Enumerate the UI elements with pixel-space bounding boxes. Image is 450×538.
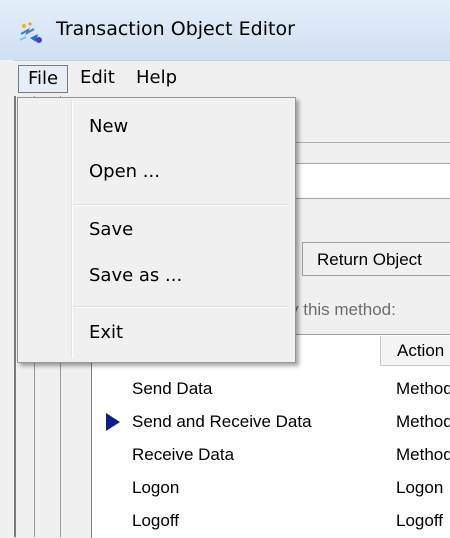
window-frame-left <box>14 96 16 537</box>
window-title: Transaction Object Editor <box>56 18 295 40</box>
list-item-name: Receive Data <box>132 445 235 464</box>
method-hint-label: y this method: <box>290 300 396 319</box>
menu-item-new[interactable]: New <box>89 112 128 142</box>
menu-gutter <box>71 100 73 358</box>
list-item[interactable]: Send and Receive Data Method <box>92 405 450 438</box>
menu-separator <box>74 204 289 206</box>
transaction-app-icon <box>19 22 42 43</box>
list-item-action: Logoff <box>396 511 443 530</box>
menu-bar: File Edit Help <box>14 60 450 97</box>
file-menu-dropdown: New Open ... Save Save as ... Exit <box>17 97 296 363</box>
list-item-name: Send Data <box>132 379 213 398</box>
list-item-name: Logon <box>132 478 180 497</box>
menu-file[interactable]: File <box>18 65 68 93</box>
list-item-action: Method <box>396 445 450 464</box>
menu-item-open[interactable]: Open ... <box>89 157 160 187</box>
menu-edit[interactable]: Edit <box>80 65 115 91</box>
menu-item-save[interactable]: Save <box>89 215 133 245</box>
list-item[interactable]: Send Data Method <box>92 372 450 405</box>
list-item-action: Method <box>396 379 450 398</box>
menu-help[interactable]: Help <box>136 65 177 91</box>
column-header-action[interactable]: Action <box>380 336 450 366</box>
menu-item-exit[interactable]: Exit <box>89 318 123 348</box>
list-item-name: Logoff <box>132 511 179 530</box>
list-item-name: Send and Receive Data <box>132 412 312 431</box>
list-item[interactable]: Logoff Logoff <box>92 504 450 537</box>
tab-return-object[interactable]: Return Object <box>302 242 450 276</box>
menu-item-save-as[interactable]: Save as ... <box>89 261 182 291</box>
title-bar: Transaction Object Editor <box>0 0 450 60</box>
selected-row-arrow-icon <box>106 413 120 431</box>
list-item[interactable]: Receive Data Method <box>92 438 450 471</box>
list-item-action: Logon <box>396 478 444 497</box>
menu-separator <box>74 306 289 308</box>
list-item[interactable]: Logon Logon <box>92 471 450 504</box>
group-border <box>290 142 450 143</box>
list-item-action: Method <box>396 412 450 431</box>
name-input[interactable] <box>290 163 450 199</box>
